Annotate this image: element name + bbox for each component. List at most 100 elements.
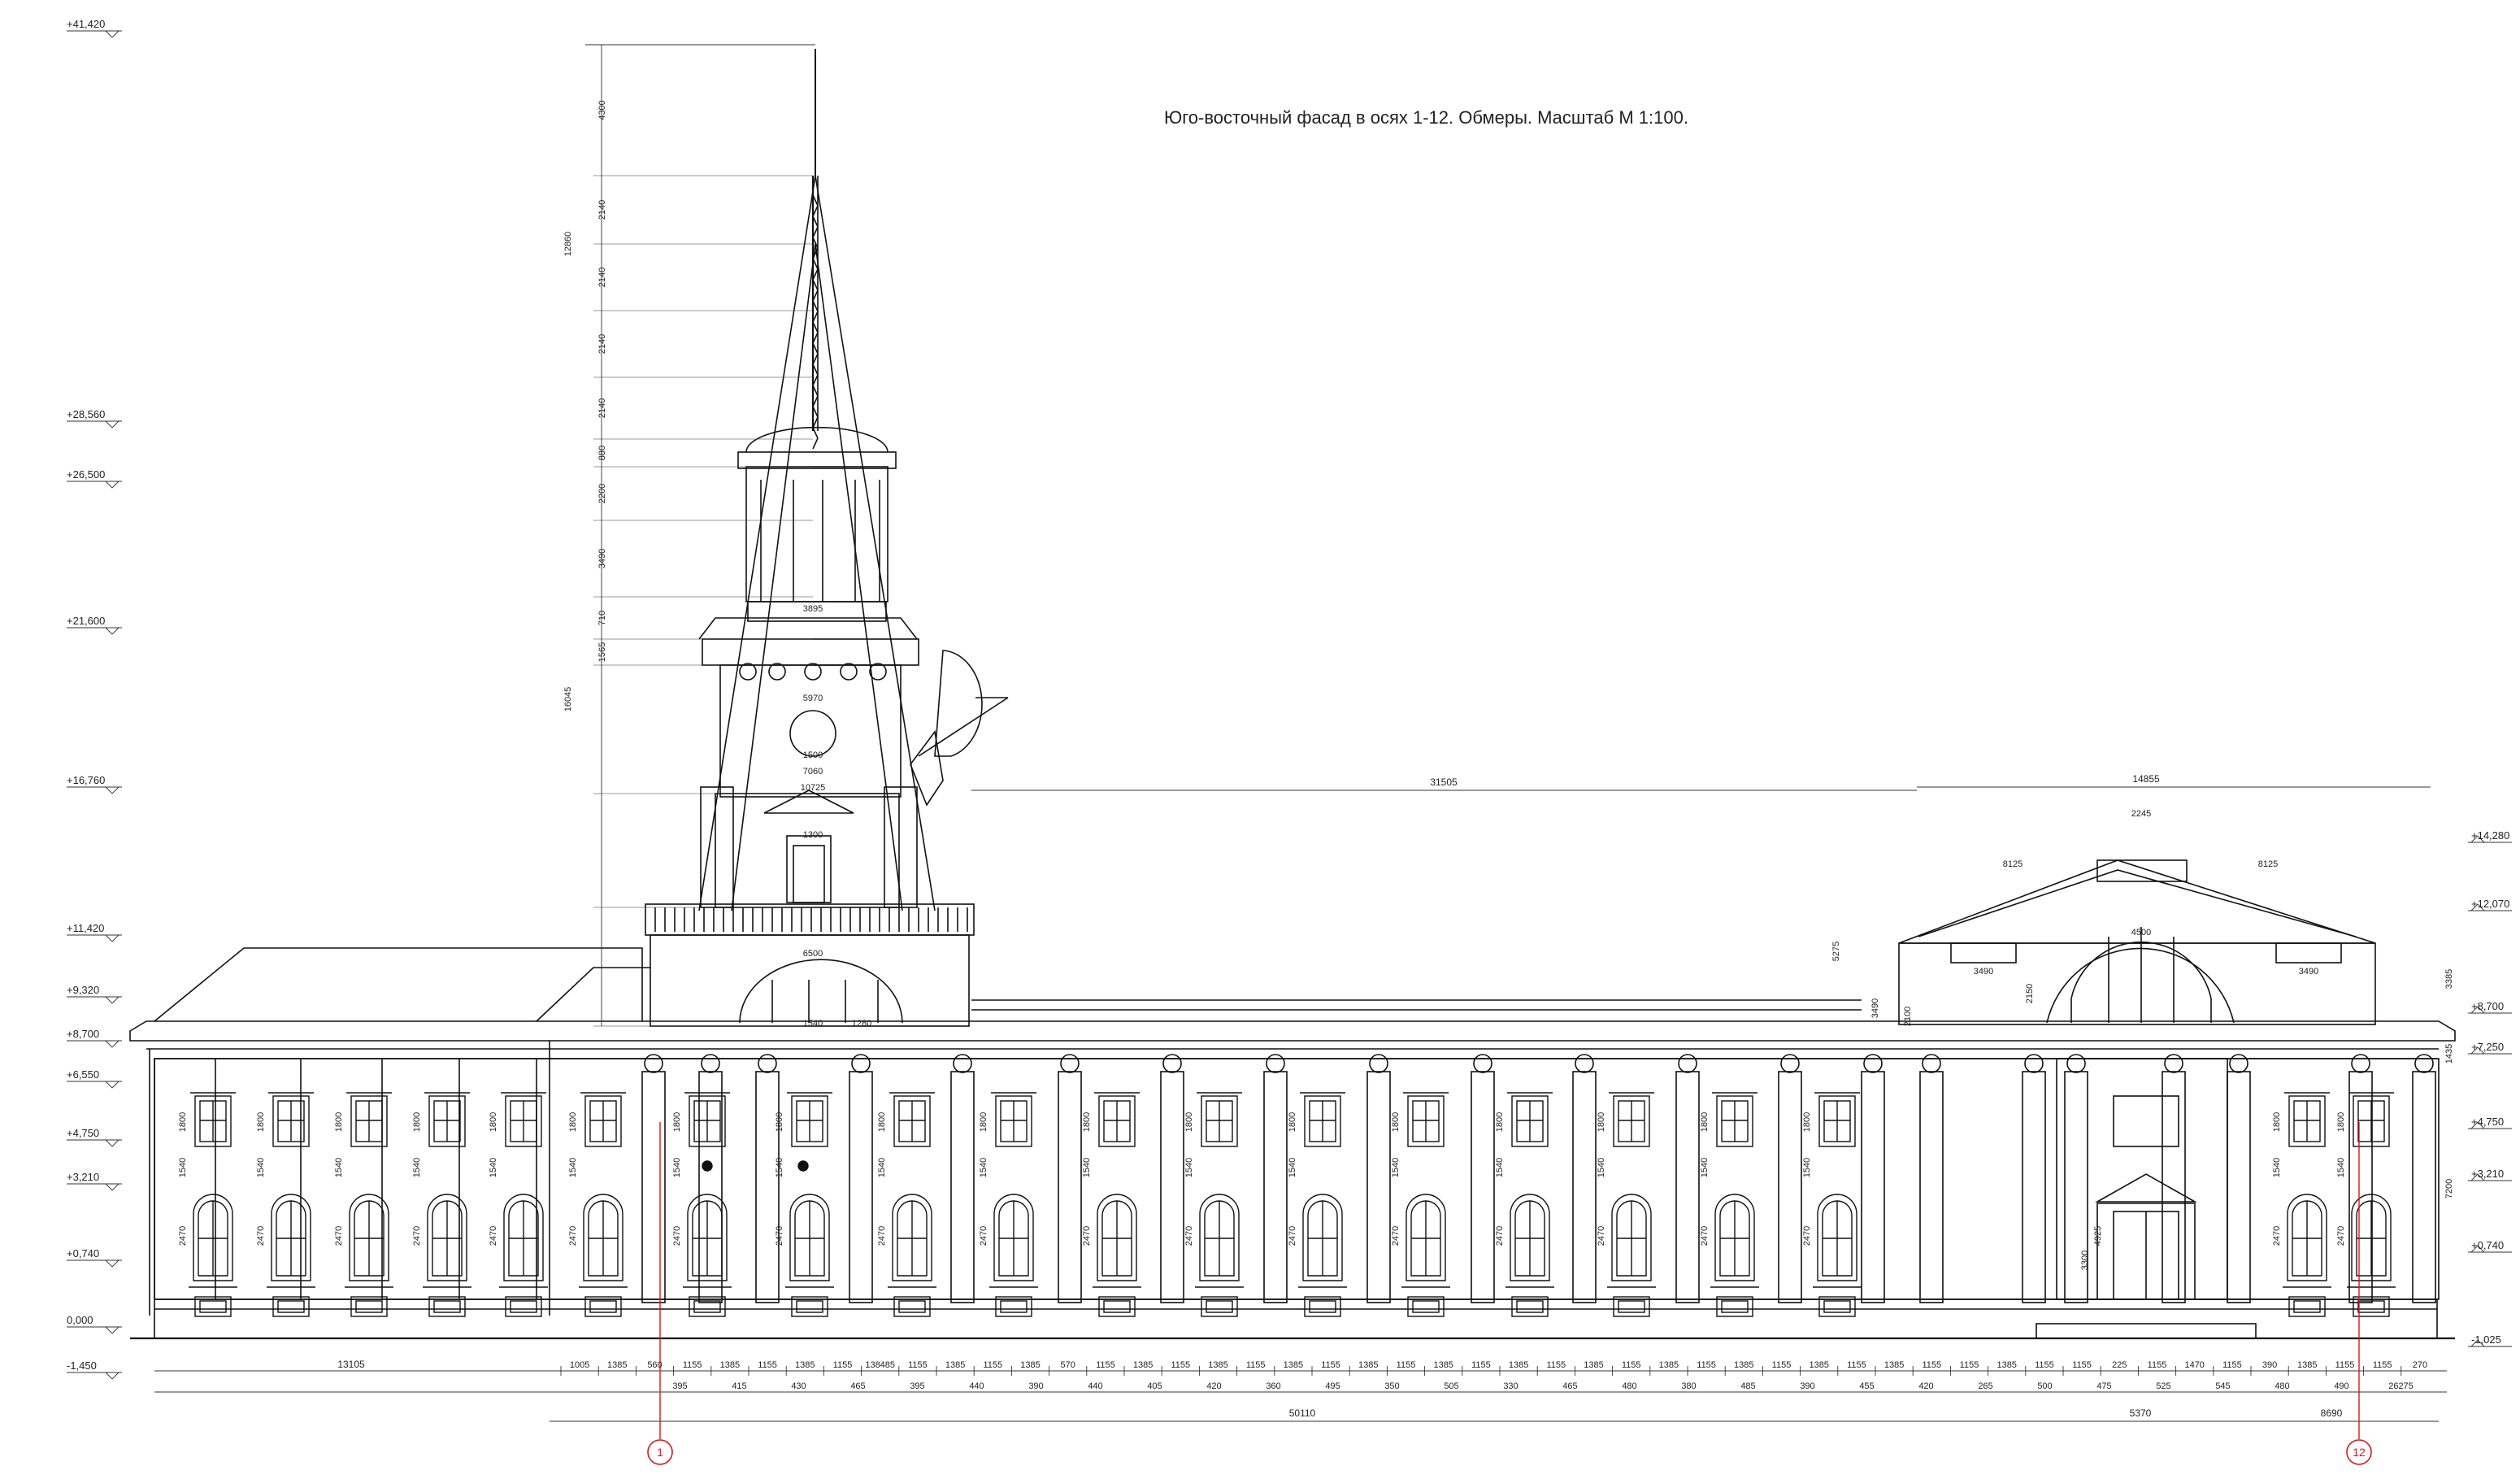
window-dimension: 2470 bbox=[979, 1226, 988, 1246]
bottom-dimension: 1155 bbox=[908, 1360, 928, 1370]
window-dimension: 2470 bbox=[1082, 1226, 1092, 1246]
window-apron-inner bbox=[1823, 1300, 1851, 1313]
window-apron-inner bbox=[1206, 1300, 1233, 1313]
bottom-dimension: 440 bbox=[1088, 1381, 1102, 1391]
bottom-dimension: 390 bbox=[1028, 1381, 1043, 1391]
bottom-dimension: 1155 bbox=[1697, 1360, 1716, 1370]
window-dimension: 1540 bbox=[2336, 1158, 2346, 1177]
pilaster bbox=[2022, 1071, 2046, 1303]
tower-dimension: 2140 bbox=[597, 268, 607, 287]
bottom-dimension: 475 bbox=[2096, 1381, 2111, 1391]
bottom-dimension: 560 bbox=[647, 1360, 662, 1370]
tower-pilaster bbox=[700, 786, 734, 908]
attic-dimension: 3490 bbox=[2299, 967, 2318, 977]
bottom-dimension: 380 bbox=[1681, 1381, 1696, 1391]
window-dimension: 1800 bbox=[1495, 1112, 1505, 1132]
window-dimension: 2470 bbox=[1597, 1226, 1606, 1246]
level-mark: +3,210 bbox=[67, 1171, 99, 1183]
bottom-dimension: 1155 bbox=[1847, 1360, 1866, 1370]
bottom-dimension: 1155 bbox=[983, 1360, 1002, 1370]
level-mark: +6,550 bbox=[67, 1068, 99, 1081]
window-dimension: 1800 bbox=[178, 1112, 188, 1132]
bottom-dimension: 455 bbox=[1859, 1381, 1874, 1391]
bottom-dimension: 465 bbox=[850, 1381, 865, 1391]
attic-panel bbox=[2275, 942, 2342, 964]
pilaster bbox=[1058, 1071, 1082, 1303]
dimension-text: +41,420 +28,560 +26,500 +21,600 +16,760 +11,4… bbox=[67, 18, 2509, 1459]
bottom-dimension: 1385 bbox=[945, 1360, 965, 1370]
window-dimension: 1540 bbox=[256, 1158, 266, 1177]
level-mark: -1,450 bbox=[67, 1359, 97, 1372]
window-dimension: 1540 bbox=[877, 1158, 887, 1177]
bottom-dimension: 505 bbox=[1444, 1381, 1458, 1391]
pilaster bbox=[2348, 1071, 2373, 1303]
bottom-dimension: 1385 bbox=[1133, 1360, 1153, 1370]
medallion bbox=[702, 1160, 713, 1172]
window-dimension: 1540 bbox=[1184, 1158, 1194, 1177]
plinth bbox=[154, 1298, 2438, 1339]
level-mark: +14,280 bbox=[2471, 829, 2509, 842]
window-dimension: 1800 bbox=[775, 1112, 784, 1132]
window-dimension: 2470 bbox=[1391, 1226, 1401, 1246]
tower-dimension: 1280 bbox=[852, 1019, 871, 1029]
window-dimension: 1540 bbox=[775, 1158, 784, 1177]
height-dimension: 3300 bbox=[2080, 1251, 2090, 1270]
tower-clock-circle bbox=[789, 710, 836, 757]
level-mark: +12,070 bbox=[2471, 898, 2509, 910]
level-mark: +28,560 bbox=[67, 408, 105, 420]
bottom-dimension: 500 bbox=[2037, 1381, 2052, 1391]
bottom-dimension: 138485 bbox=[865, 1360, 895, 1370]
bottom-dimension: 1385 bbox=[607, 1360, 627, 1370]
bottom-dimension: 430 bbox=[791, 1381, 806, 1391]
overall-dimension: 14855 bbox=[2132, 773, 2160, 785]
window-apron-inner bbox=[1103, 1300, 1131, 1313]
bottom-dimension: 1155 bbox=[1246, 1360, 1266, 1370]
pilaster-capital-rosette bbox=[2066, 1054, 2086, 1073]
window-dimension: 1540 bbox=[979, 1158, 988, 1177]
window-dimension: 1540 bbox=[672, 1158, 682, 1177]
bottom-dimension: 1155 bbox=[1471, 1360, 1491, 1370]
level-mark: +4,750 bbox=[67, 1127, 99, 1139]
pilaster-capital-rosette bbox=[1678, 1054, 1697, 1073]
window-apron-inner bbox=[1516, 1300, 1544, 1313]
window-apron-inner bbox=[510, 1300, 537, 1313]
pilaster-capital-rosette bbox=[1162, 1054, 1182, 1073]
window-dimension: 2470 bbox=[672, 1226, 682, 1246]
tower-dimension: 2140 bbox=[597, 398, 607, 418]
window-apron-inner bbox=[199, 1300, 227, 1313]
tower-dimension: 3895 bbox=[803, 604, 823, 614]
rosette bbox=[840, 663, 858, 681]
window-dimension: 1540 bbox=[334, 1158, 344, 1177]
bottom-dimension: 465 bbox=[1562, 1381, 1577, 1391]
bottom-dimension: 1385 bbox=[1734, 1360, 1753, 1370]
level-mark: +4,750 bbox=[2471, 1116, 2504, 1128]
tower-dimension: 4300 bbox=[597, 100, 607, 120]
window-dimension: 2470 bbox=[1495, 1226, 1505, 1246]
height-dimension: 3385 bbox=[2444, 969, 2454, 989]
facade-structure bbox=[129, 49, 2456, 1340]
pilaster-capital-rosette bbox=[2229, 1054, 2248, 1073]
height-dimension: 2150 bbox=[2025, 984, 2035, 1003]
window-dimension: 2470 bbox=[1288, 1226, 1297, 1246]
level-arrow bbox=[105, 996, 119, 1004]
tower-dimension: 7060 bbox=[803, 767, 823, 776]
bottom-dimension: 1385 bbox=[1996, 1360, 2016, 1370]
bottom-dimension: 350 bbox=[1384, 1381, 1399, 1391]
bottom-dimension: 1155 bbox=[1922, 1360, 1941, 1370]
total-dimension: 5370 bbox=[2130, 1407, 2152, 1419]
window-dimension: 2470 bbox=[877, 1226, 887, 1246]
window-dimension: 1800 bbox=[1082, 1112, 1092, 1132]
level-arrow bbox=[105, 420, 119, 428]
bottom-dimension: 1385 bbox=[1809, 1360, 1828, 1370]
window-dimension: 1540 bbox=[1802, 1158, 1812, 1177]
pilaster-capital-rosette bbox=[1266, 1054, 1285, 1073]
window-apron-inner bbox=[355, 1300, 383, 1313]
bottom-dimension: 1385 bbox=[1433, 1360, 1453, 1370]
window-dimension: 2470 bbox=[412, 1226, 422, 1246]
pilaster bbox=[1778, 1071, 1802, 1303]
window-dimension: 1540 bbox=[1288, 1158, 1297, 1177]
axis-marker-label: 1 bbox=[657, 1446, 663, 1459]
level-mark: +0,740 bbox=[67, 1247, 99, 1259]
tower-dimension: 2140 bbox=[597, 200, 607, 220]
tower-dimension: 10725 bbox=[801, 783, 826, 793]
